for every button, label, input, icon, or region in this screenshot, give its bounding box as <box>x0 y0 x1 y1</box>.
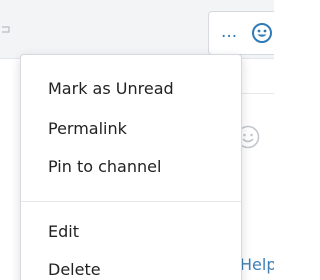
menu-item-permalink[interactable]: Permalink <box>48 118 127 140</box>
divider <box>240 93 274 94</box>
message-actions-view: ... Help Mark as Unread Permalink Pin to… <box>0 0 274 280</box>
emoji-smile-icon[interactable] <box>251 22 273 44</box>
reply-arrow-icon <box>2 26 10 33</box>
menu-item-delete[interactable]: Delete <box>48 259 101 280</box>
post-actions-toolbar: ... <box>208 11 274 55</box>
menu-item-edit[interactable]: Edit <box>48 221 79 243</box>
menu-separator <box>21 201 241 202</box>
help-link[interactable]: Help <box>240 254 274 276</box>
menu-item-pin-to-channel[interactable]: Pin to channel <box>48 156 161 178</box>
message-actions-menu: Mark as Unread Permalink Pin to channel … <box>20 54 242 280</box>
menu-item-mark-unread[interactable]: Mark as Unread <box>48 78 174 100</box>
more-actions-button[interactable]: ... <box>221 20 237 44</box>
